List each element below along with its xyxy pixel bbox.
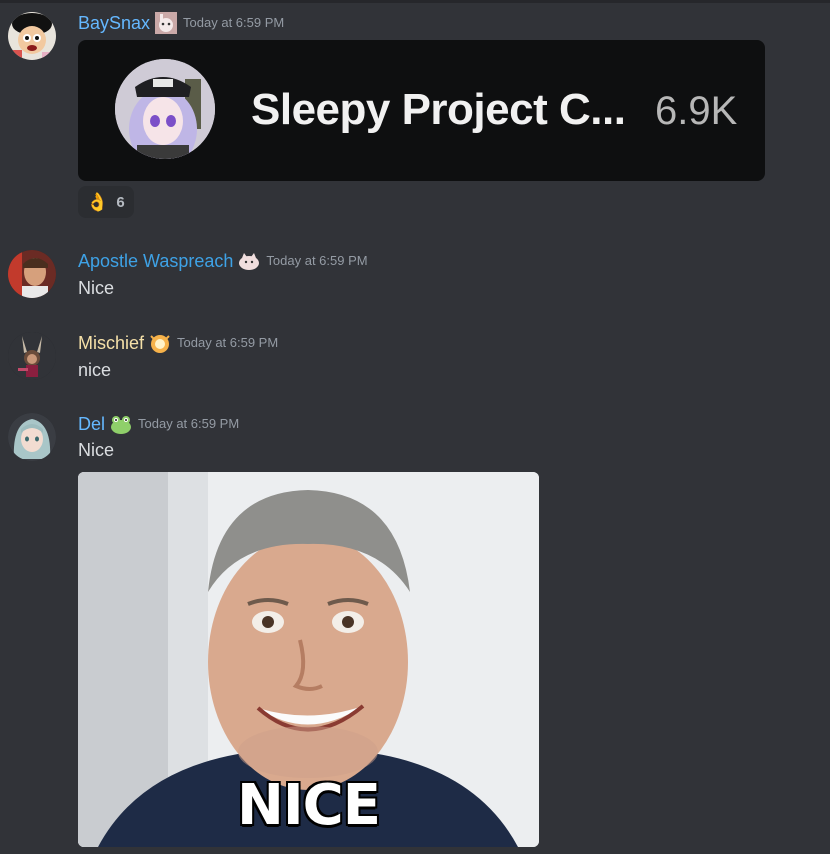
subscriber-count: 6.9K [655,89,738,133]
timestamp[interactable]: Today at 6:59 PM [138,413,239,435]
timestamp[interactable]: Today at 6:59 PM [183,12,284,34]
username[interactable]: Apostle Waspreach [78,250,233,272]
glowing-creature-badge-icon[interactable] [149,332,171,354]
frog-badge-icon[interactable] [110,413,132,435]
avatar[interactable] [8,332,56,380]
reaction-count: 6 [116,193,125,211]
username[interactable]: Del [78,413,105,435]
pirate-boy-avatar-icon [8,12,56,60]
username[interactable]: Mischief [78,332,144,354]
top-divider [0,0,830,3]
anime-girl-avatar-icon [8,413,56,461]
bunny-girl-avatar-icon [8,332,56,380]
timestamp[interactable]: Today at 6:59 PM [177,332,278,354]
embed-title: Sleepy Project C... [251,85,626,134]
timestamp[interactable]: Today at 6:59 PM [266,250,367,272]
bunny-avatar-badge-icon[interactable] [155,12,178,34]
channel-avatar-icon [115,59,215,159]
avatar[interactable] [8,413,56,461]
embed-card[interactable]: Sleepy Project C... 6.9K [78,40,765,181]
ok-hand-icon: 👌 [86,192,109,212]
avatar[interactable] [8,12,56,60]
message-text: nice [78,360,112,380]
man-portrait-avatar-icon [8,250,56,298]
username[interactable]: BaySnax [78,12,150,34]
avatar[interactable] [8,250,56,298]
gif-caption: NICE [236,773,381,838]
nice-gif-attachment[interactable]: NICE [78,472,539,847]
cloud-cat-badge-icon[interactable] [238,250,260,272]
message-text: Nice [78,440,115,460]
message-text: Nice [78,278,115,298]
reaction-ok-hand[interactable]: 👌 6 [78,186,134,218]
